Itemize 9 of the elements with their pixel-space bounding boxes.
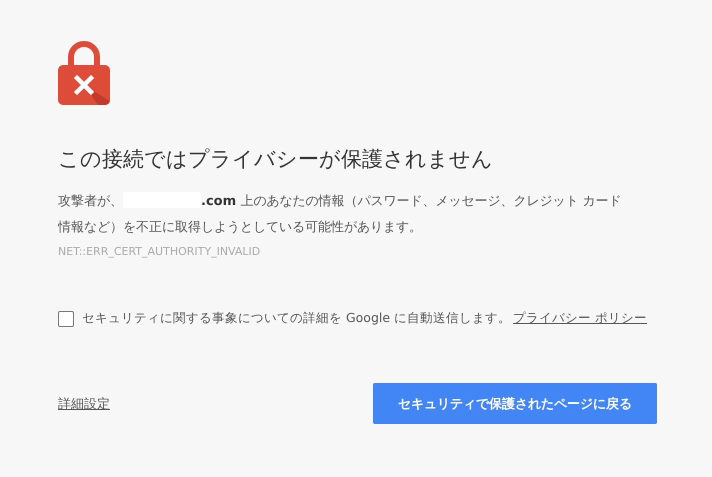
lock-error-icon — [58, 41, 110, 105]
page-heading: この接続ではプライバシーが保護されません — [58, 146, 494, 173]
advanced-link[interactable]: 詳細設定 — [58, 394, 110, 412]
error-code: NET::ERR_CERT_AUTHORITY_INVALID — [58, 245, 262, 258]
checkbox-label: セキュリティに関する事象についての詳細を Google に自動送信します。 — [82, 310, 512, 327]
checkbox[interactable] — [58, 310, 74, 326]
privacy-policy-link[interactable]: プライバシー ポリシー — [513, 310, 648, 327]
back-button[interactable]: セキュリティで保護されたページに戻る — [373, 383, 657, 424]
message-text: 攻撃者が、 .com 上のあなたの情報（パスワード、メッセージ、クレジット カード情報など）を不正に取得しようとしている可能性があります。 — [58, 191, 622, 237]
